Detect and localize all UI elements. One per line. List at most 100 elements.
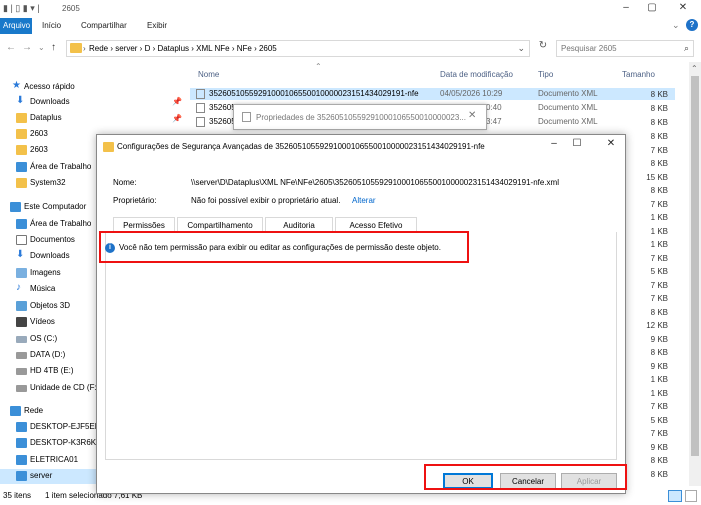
nav-desktop-2[interactable]: Área de Trabalho <box>0 217 97 232</box>
address-bar[interactable]: › Rede › server › D › Dataplus › XML NFe… <box>66 40 530 57</box>
close-icon[interactable]: ✕ <box>468 110 476 121</box>
file-size: 7 KB <box>650 199 668 209</box>
nav-server[interactable]: server <box>0 469 97 484</box>
column-type[interactable]: Tipo <box>538 70 553 79</box>
file-list-header: Nome ⌃ Data de modificação Tipo Tamanho <box>190 62 688 82</box>
item-count: 35 itens <box>3 491 32 500</box>
file-size: 5 KB <box>650 267 668 276</box>
owner-label: Proprietário: <box>113 196 157 205</box>
tiles-view-icon[interactable] <box>685 490 697 502</box>
details-view-icon[interactable] <box>668 490 682 502</box>
search-input[interactable] <box>561 44 676 53</box>
nav-2603b[interactable]: 2603 <box>0 143 97 158</box>
column-name[interactable]: Nome <box>198 70 219 79</box>
close-button[interactable]: ✕ <box>668 2 698 16</box>
computer-icon <box>16 471 27 481</box>
desktop-icon <box>16 219 27 229</box>
up-icon[interactable]: ↑ <box>51 42 56 53</box>
nav-2603[interactable]: 2603 <box>0 127 97 142</box>
column-date[interactable]: Data de modificação <box>440 70 513 79</box>
document-icon <box>16 235 27 245</box>
dialog-close-button[interactable]: ✕ <box>598 138 624 156</box>
tab-file[interactable]: Arquivo <box>0 18 32 34</box>
pin-icon[interactable]: 📌 <box>172 114 182 123</box>
address-dropdown-icon[interactable]: ⌄ <box>517 43 525 54</box>
maximize-button[interactable]: ▢ <box>637 2 667 16</box>
refresh-icon[interactable]: ↻ <box>534 40 552 57</box>
scroll-thumb[interactable] <box>691 76 699 456</box>
music-icon: ♪ <box>16 282 21 293</box>
image-icon <box>16 268 27 278</box>
nav-pc-3[interactable]: ELETRICA01 <box>0 453 97 468</box>
permission-message: Você não tem permissão para exibir ou ed… <box>119 243 441 252</box>
nav-pc-1[interactable]: DESKTOP-EJF5EF9 <box>0 420 97 435</box>
nav-objects-3d[interactable]: Objetos 3D <box>0 299 97 314</box>
file-size: 8 KB <box>650 456 668 465</box>
folder-icon <box>70 43 82 53</box>
quick-access-toolbar[interactable]: ▮ | ▯ ▮ ▾ | <box>3 3 40 14</box>
ribbon-expand-icon[interactable]: ⌄ <box>672 20 680 31</box>
vertical-scrollbar[interactable]: ⌃ <box>689 62 701 486</box>
network-icon <box>10 406 21 416</box>
nav-quick-access[interactable]: ★ Acesso rápido <box>0 80 97 95</box>
computer-icon <box>16 455 27 465</box>
nav-drive-f[interactable]: Unidade de CD (F: <box>0 381 97 396</box>
file-size: 8 KB <box>650 90 668 99</box>
back-icon[interactable]: ← <box>6 42 16 53</box>
nav-downloads-2[interactable]: ⬇ Downloads <box>0 249 97 264</box>
file-size: 1 KB <box>650 388 668 398</box>
nav-drive-c[interactable]: OS (C:) <box>0 332 97 347</box>
column-size[interactable]: Tamanho <box>622 70 655 79</box>
xml-file-icon <box>196 103 205 113</box>
name-label: Nome: <box>113 178 137 187</box>
pin-icon[interactable]: 📌 <box>172 97 182 106</box>
file-size: 1 KB <box>650 213 668 222</box>
computer-icon <box>10 202 21 212</box>
nav-downloads[interactable]: ⬇ Downloads <box>0 95 97 110</box>
table-row[interactable]: 3526051055929100010655001000002315143402… <box>190 88 675 100</box>
file-size: 15 KB <box>646 172 668 182</box>
folder-icon <box>16 129 27 139</box>
properties-dialog[interactable]: Propriedades de 352605105592910001065500… <box>233 104 487 130</box>
recent-chevron-icon[interactable]: ⌄ <box>38 43 45 52</box>
computer-icon <box>16 422 27 432</box>
nav-network[interactable]: Rede <box>0 404 97 419</box>
folder-icon <box>16 113 27 123</box>
nav-pc-2[interactable]: DESKTOP-K3R6KM <box>0 436 97 451</box>
file-size: 7 KB <box>650 145 668 155</box>
xml-file-icon <box>196 117 205 127</box>
file-size: 8 KB <box>650 469 668 479</box>
file-size: 7 KB <box>650 402 668 411</box>
nav-system32[interactable]: System32 <box>0 176 97 191</box>
nav-images[interactable]: Imagens <box>0 266 97 281</box>
nav-music[interactable]: ♪ Música <box>0 282 97 297</box>
address-bar-row: ← → ⌄ ↑ › Rede › server › D › Dataplus ›… <box>0 36 701 60</box>
nav-documents[interactable]: Documentos <box>0 233 97 248</box>
scroll-up-icon[interactable]: ⌃ <box>691 64 698 73</box>
window-title: 2605 <box>62 4 80 13</box>
tab-home[interactable]: Início <box>42 21 61 30</box>
search-box[interactable]: ⌕ <box>556 40 694 57</box>
nav-desktop[interactable]: Área de Trabalho <box>0 160 97 175</box>
file-size: 8 KB <box>650 132 668 141</box>
nav-dataplus[interactable]: Dataplus <box>0 111 97 126</box>
xml-file-icon <box>196 89 205 99</box>
tab-share[interactable]: Compartilhar <box>81 21 127 30</box>
buttons-highlight-box <box>424 464 627 490</box>
owner-change-link[interactable]: Alterar <box>352 196 376 205</box>
tab-view[interactable]: Exibir <box>147 21 167 30</box>
nav-drive-d[interactable]: DATA (D:) <box>0 348 97 363</box>
nav-this-pc[interactable]: Este Computador <box>0 200 97 215</box>
breadcrumb[interactable]: Rede › server › D › Dataplus › XML NFe ›… <box>89 44 277 53</box>
search-icon[interactable]: ⌕ <box>684 43 689 54</box>
computer-icon <box>16 438 27 448</box>
help-icon[interactable]: ? <box>686 19 698 31</box>
nav-drive-e[interactable]: HD 4TB (E:) <box>0 364 97 379</box>
file-size: 8 KB <box>650 118 668 127</box>
file-size: 12 KB <box>646 321 668 330</box>
nav-videos[interactable]: Vídeos <box>0 315 97 330</box>
file-size: 7 KB <box>650 294 668 303</box>
forward-icon[interactable]: → <box>22 42 32 53</box>
dialog-maximize-button[interactable]: ☐ <box>564 138 590 156</box>
drive-icon <box>16 336 27 343</box>
